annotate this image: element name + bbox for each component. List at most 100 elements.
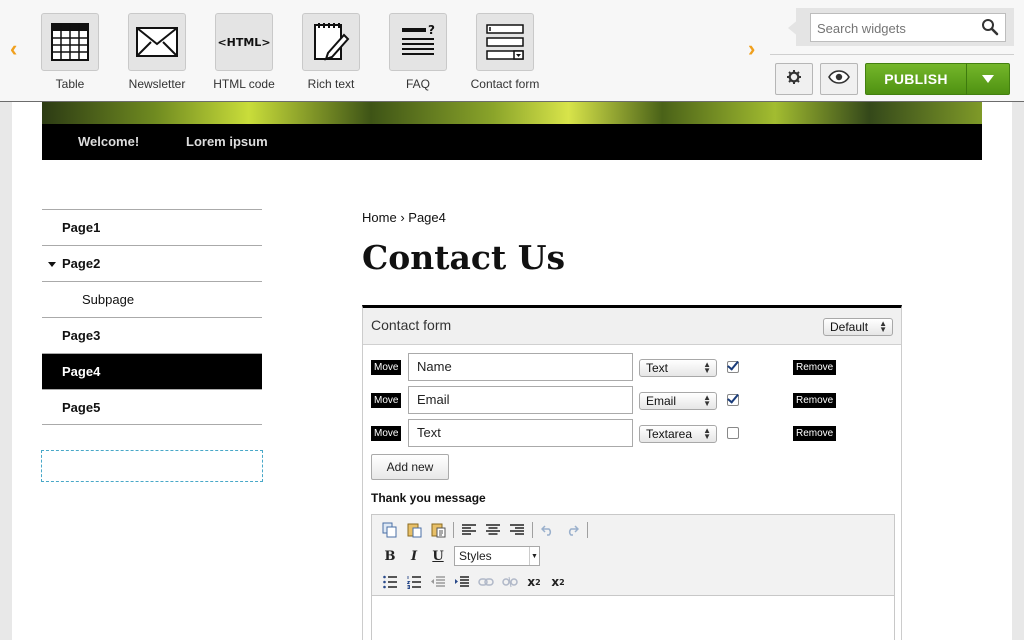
sidebar-item-label: Page4 — [62, 364, 101, 379]
page-title: Contact Us — [362, 238, 566, 277]
field-name-input[interactable]: Name — [408, 353, 633, 381]
site-nav-welcome[interactable]: Welcome! — [78, 134, 139, 149]
numbered-list-icon[interactable] — [402, 572, 426, 592]
move-button[interactable]: Move — [371, 393, 402, 408]
settings-button[interactable] — [775, 63, 813, 95]
editor-toolbar-row-3: x2 x2 — [378, 571, 570, 593]
sidebar-item-subpage[interactable]: Subpage — [42, 281, 262, 317]
copy-icon[interactable] — [378, 520, 402, 540]
widget-label: Contact form — [470, 77, 540, 91]
widget-html-code[interactable]: <HTML> HTML code — [204, 13, 284, 91]
sidebar-item-page2[interactable]: Page2 — [42, 245, 262, 281]
undo-icon[interactable] — [536, 520, 560, 540]
field-type-value: Textarea — [646, 427, 693, 441]
thank-you-message-editor[interactable] — [372, 595, 894, 640]
form-field-row: Move Text Textarea ▲ ▼ Remove — [371, 419, 896, 447]
field-type-select[interactable]: Textarea ▲ ▼ — [639, 425, 717, 443]
breadcrumb-home[interactable]: Home — [362, 210, 397, 225]
required-checkbox[interactable] — [727, 361, 739, 373]
sidebar-item-label: Page1 — [62, 220, 101, 235]
editor-toolbar-row-2: B I U Styles ▼ — [378, 545, 540, 567]
field-name-input[interactable]: Text — [408, 419, 633, 447]
widget-rich-text[interactable]: Rich text — [291, 13, 371, 91]
required-checkbox[interactable] — [727, 394, 739, 406]
link-icon[interactable] — [474, 572, 498, 592]
publish-button[interactable]: PUBLISH — [865, 63, 967, 95]
header-banner-image — [42, 102, 982, 124]
toolbar-separator — [587, 522, 588, 538]
field-type-select[interactable]: Email ▲ ▼ — [639, 392, 717, 410]
move-button[interactable]: Move — [371, 426, 402, 441]
sidebar-item-label: Subpage — [82, 292, 135, 307]
paste-text-icon[interactable] — [426, 520, 450, 540]
widget-faq[interactable]: ? FAQ — [378, 13, 458, 91]
bullet-list-icon[interactable] — [378, 572, 402, 592]
publish-options-button[interactable] — [966, 63, 1010, 95]
redo-icon[interactable] — [560, 520, 584, 540]
site-nav-lorem-ipsum[interactable]: Lorem ipsum — [186, 134, 268, 149]
add-new-field-button[interactable]: Add new — [371, 454, 449, 480]
remove-button[interactable]: Remove — [793, 393, 837, 408]
move-button[interactable]: Move — [371, 360, 402, 375]
widget-contact-form[interactable]: Contact form — [465, 13, 545, 91]
widget-label: Newsletter — [128, 77, 186, 91]
sidebar-item-label: Page5 — [62, 399, 101, 415]
scroll-left-arrow-icon[interactable]: ‹ — [10, 38, 17, 60]
widget-label: HTML code — [213, 77, 275, 91]
eye-icon — [828, 69, 850, 89]
align-center-icon[interactable] — [481, 520, 505, 540]
unlink-icon[interactable] — [498, 572, 522, 592]
form-field-row: Move Name Text ▲ ▼ Remove — [371, 353, 896, 381]
italic-icon[interactable]: I — [402, 546, 426, 566]
breadcrumb-separator: › — [400, 210, 405, 225]
sidebar-menu: Page1 Page2 Subpage Page3 Page4 Page5 — [42, 209, 262, 425]
select-arrows-icon: ▲ ▼ — [703, 360, 711, 375]
select-arrows-icon: ▲ ▼ — [703, 426, 711, 441]
contact-form-widget: Contact form Default ▲ ▼ Move Name Text ▲… — [362, 305, 902, 640]
editor-toolbar-row-1 — [378, 519, 591, 541]
field-name-input[interactable]: Email — [408, 386, 633, 414]
align-left-icon[interactable] — [457, 520, 481, 540]
site-navigation: Welcome! Lorem ipsum — [42, 124, 982, 160]
scroll-right-arrow-icon[interactable]: › — [748, 38, 755, 60]
breadcrumb-current: Page4 — [408, 210, 446, 225]
search-icon[interactable] — [981, 18, 999, 41]
align-right-icon[interactable] — [505, 520, 529, 540]
sidebar-item-page4[interactable]: Page4 — [42, 353, 262, 389]
styles-select[interactable]: Styles ▼ — [454, 546, 540, 566]
widget-newsletter[interactable]: Newsletter — [117, 13, 197, 91]
field-type-select[interactable]: Text ▲ ▼ — [639, 359, 717, 377]
underline-icon[interactable]: U — [426, 546, 450, 566]
outdent-icon[interactable] — [426, 572, 450, 592]
search-input[interactable] — [817, 18, 977, 38]
sidebar-item-page3[interactable]: Page3 — [42, 317, 262, 353]
page-canvas: Welcome! Lorem ipsum Page1 Page2 Subpage… — [12, 102, 1012, 640]
breadcrumb: Home › Page4 — [362, 210, 446, 225]
select-arrows-icon: ▲ ▼ — [879, 319, 887, 334]
widget-drop-zone[interactable] — [41, 450, 263, 482]
remove-button[interactable]: Remove — [793, 426, 837, 441]
bold-icon[interactable]: B — [378, 546, 402, 566]
indent-icon[interactable] — [450, 572, 474, 592]
form-style-select[interactable]: Default ▲ ▼ — [823, 318, 893, 336]
select-arrows-icon: ▲ ▼ — [703, 393, 711, 408]
preview-button[interactable] — [820, 63, 858, 95]
toolbar-divider — [770, 54, 1014, 55]
subscript-icon[interactable]: x2 — [522, 572, 546, 592]
sidebar-item-page5[interactable]: Page5 — [42, 389, 262, 425]
contact-form-icon — [476, 13, 534, 71]
form-title: Contact form — [371, 317, 452, 333]
widget-table[interactable]: Table — [30, 13, 110, 91]
sidebar-item-page1[interactable]: Page1 — [42, 209, 262, 245]
gear-icon — [786, 69, 802, 90]
caret-down-icon[interactable] — [48, 262, 56, 267]
caret-down-icon: ▼ — [529, 547, 539, 565]
faq-icon: ? — [389, 13, 447, 71]
toolbar-separator — [453, 522, 454, 538]
paste-icon[interactable] — [402, 520, 426, 540]
svg-text:?: ? — [428, 23, 435, 37]
envelope-icon — [128, 13, 186, 71]
required-checkbox[interactable] — [727, 427, 739, 439]
remove-button[interactable]: Remove — [793, 360, 837, 375]
superscript-icon[interactable]: x2 — [546, 572, 570, 592]
